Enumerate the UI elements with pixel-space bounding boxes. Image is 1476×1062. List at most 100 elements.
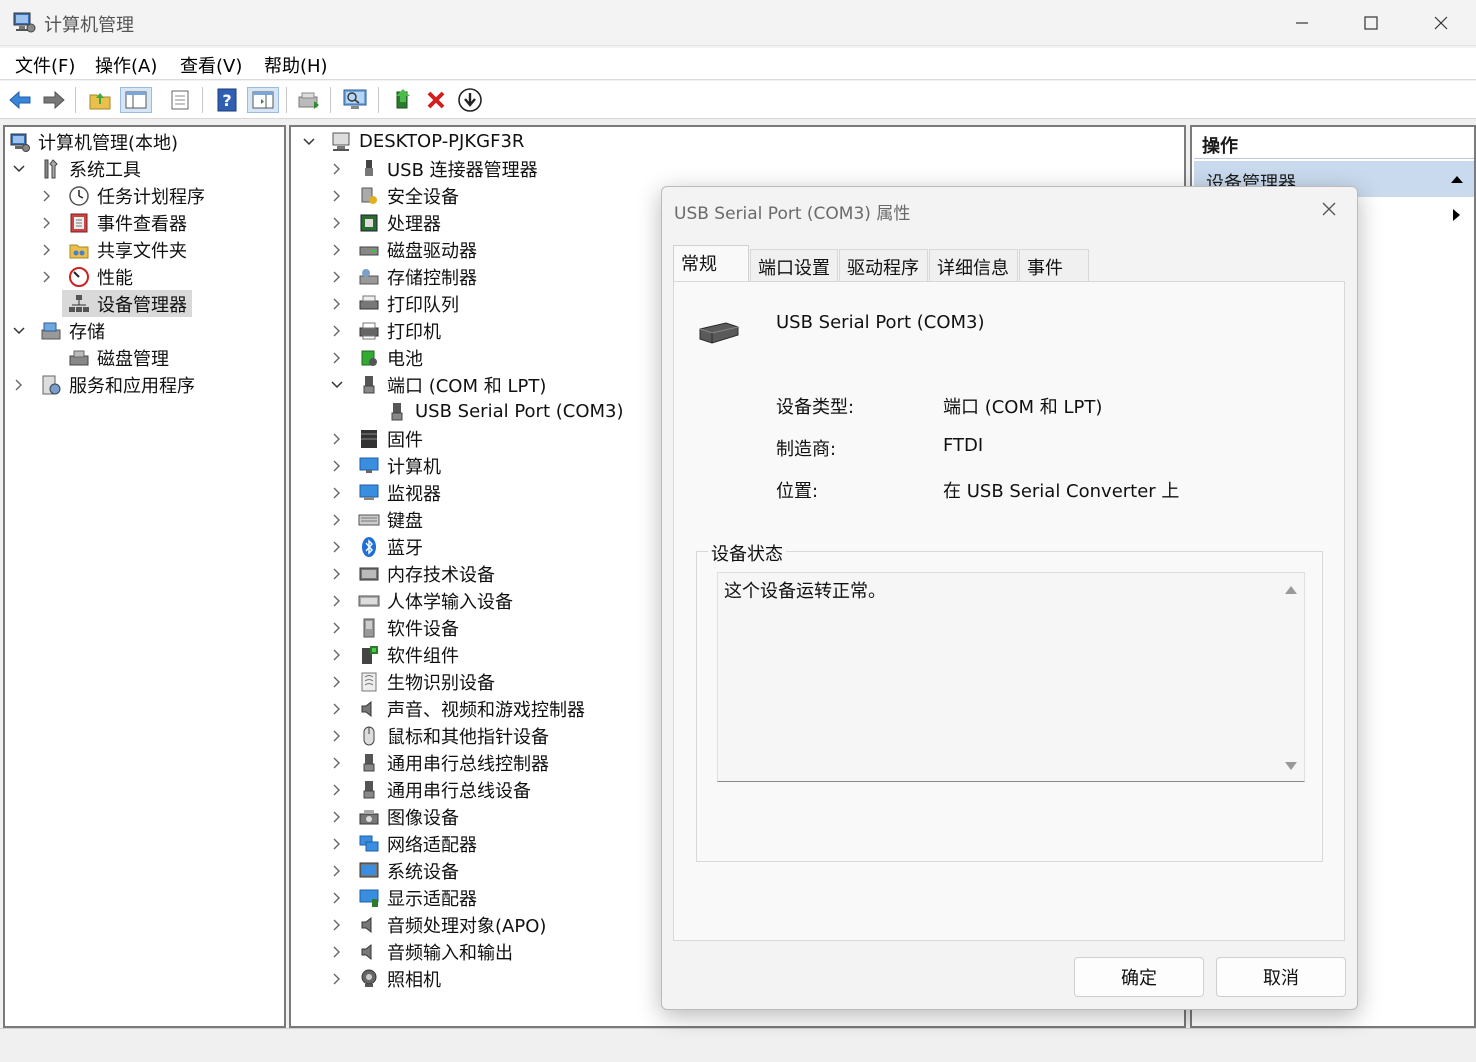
chevron-right-icon[interactable]	[330, 513, 344, 527]
minimize-button[interactable]	[1282, 8, 1322, 38]
more-actions-arrow-icon[interactable]	[1452, 208, 1461, 222]
tab-driver[interactable]: 驱动程序	[839, 249, 928, 281]
chevron-right-icon[interactable]	[330, 702, 344, 716]
chevron-right-icon[interactable]	[40, 189, 54, 203]
tree-item-shared-folders[interactable]: 共享文件夹	[40, 236, 187, 263]
chevron-right-icon[interactable]	[330, 189, 344, 203]
chevron-right-icon[interactable]	[330, 162, 344, 176]
chevron-right-icon[interactable]	[330, 783, 344, 797]
device-tree-root[interactable]: DESKTOP-PJKGF3R	[302, 128, 524, 155]
device-category[interactable]: 内存技术设备	[330, 560, 495, 587]
device-category[interactable]: 通用串行总线控制器	[330, 749, 549, 776]
menu-file[interactable]: 文件(F)	[15, 52, 75, 78]
chevron-right-icon[interactable]	[330, 756, 344, 770]
device-category[interactable]: 音频输入和输出	[330, 938, 513, 965]
chevron-right-icon[interactable]	[330, 729, 344, 743]
chevron-right-icon[interactable]	[330, 972, 344, 986]
ok-button[interactable]: 确定	[1074, 957, 1204, 997]
chevron-right-icon[interactable]	[330, 324, 344, 338]
device-category[interactable]: 磁盘驱动器	[330, 236, 477, 263]
device-category[interactable]: 图像设备	[330, 803, 459, 830]
tree-item-root[interactable]: 计算机管理(本地)	[9, 128, 178, 155]
device-category[interactable]: 通用串行总线设备	[330, 776, 531, 803]
device-item[interactable]: USB Serial Port (COM3)	[358, 398, 624, 425]
device-category[interactable]: 网络适配器	[330, 830, 477, 857]
chevron-right-icon[interactable]	[330, 648, 344, 662]
device-category[interactable]: 计算机	[330, 452, 441, 479]
cancel-button[interactable]: 取消	[1216, 957, 1346, 997]
scan-hardware-button[interactable]	[342, 87, 368, 113]
up-folder-button[interactable]	[87, 87, 113, 113]
device-category[interactable]: 生物识别设备	[330, 668, 495, 695]
tab-general[interactable]: 常规	[673, 245, 749, 283]
uninstall-button[interactable]	[423, 87, 449, 113]
device-category[interactable]: 处理器	[330, 209, 441, 236]
chevron-right-icon[interactable]	[330, 459, 344, 473]
device-category[interactable]: 监视器	[330, 479, 441, 506]
show-hide-tree-button[interactable]	[120, 87, 152, 113]
chevron-right-icon[interactable]	[330, 675, 344, 689]
device-category[interactable]: 声音、视频和游戏控制器	[330, 695, 585, 722]
tree-item-device-manager[interactable]: 设备管理器	[68, 290, 187, 317]
chevron-right-icon[interactable]	[40, 216, 54, 230]
chevron-right-icon[interactable]	[330, 594, 344, 608]
chevron-right-icon[interactable]	[40, 270, 54, 284]
device-category[interactable]: 键盘	[330, 506, 423, 533]
maximize-button[interactable]	[1351, 8, 1391, 38]
device-category[interactable]: 存储控制器	[330, 263, 477, 290]
chevron-right-icon[interactable]	[330, 216, 344, 230]
device-category[interactable]: 鼠标和其他指针设备	[330, 722, 549, 749]
device-category[interactable]: 固件	[330, 425, 423, 452]
tree-item-task-scheduler[interactable]: 任务计划程序	[40, 182, 205, 209]
device-category[interactable]: 电池	[330, 344, 423, 371]
chevron-right-icon[interactable]	[330, 432, 344, 446]
tree-item-services-apps[interactable]: 服务和应用程序	[12, 371, 195, 398]
chevron-down-icon[interactable]	[12, 162, 26, 176]
device-category[interactable]: 软件设备	[330, 614, 459, 641]
menu-action[interactable]: 操作(A)	[95, 52, 157, 78]
enable-device-button[interactable]	[390, 87, 416, 113]
tab-details[interactable]: 详细信息	[929, 249, 1018, 281]
help-button[interactable]: ?	[214, 87, 240, 113]
scroll-down-icon[interactable]	[1284, 759, 1298, 773]
device-category[interactable]: 打印机	[330, 317, 441, 344]
menu-help[interactable]: 帮助(H)	[264, 52, 328, 78]
device-category[interactable]: 系统设备	[330, 857, 459, 884]
tab-port-settings[interactable]: 端口设置	[750, 249, 838, 281]
chevron-right-icon[interactable]	[330, 918, 344, 932]
device-category[interactable]: 显示适配器	[330, 884, 477, 911]
device-category[interactable]: 音频处理对象(APO)	[330, 911, 546, 938]
chevron-right-icon[interactable]	[12, 378, 26, 392]
forward-button[interactable]	[41, 87, 67, 113]
chevron-right-icon[interactable]	[330, 243, 344, 257]
chevron-right-icon[interactable]	[330, 351, 344, 365]
chevron-right-icon[interactable]	[330, 621, 344, 635]
dialog-close-button[interactable]	[1315, 195, 1343, 223]
chevron-right-icon[interactable]	[330, 270, 344, 284]
device-category[interactable]: 人体学输入设备	[330, 587, 513, 614]
chevron-right-icon[interactable]	[330, 567, 344, 581]
chevron-right-icon[interactable]	[330, 864, 344, 878]
chevron-down-icon[interactable]	[302, 135, 316, 149]
chevron-right-icon[interactable]	[330, 837, 344, 851]
action-pane-button[interactable]	[247, 87, 279, 113]
device-category[interactable]: 蓝牙	[330, 533, 423, 560]
update-driver-button[interactable]	[296, 87, 322, 113]
tree-item-disk-management[interactable]: 磁盘管理	[68, 344, 169, 371]
tree-item-event-viewer[interactable]: 事件查看器	[40, 209, 187, 236]
tab-events[interactable]: 事件	[1019, 249, 1089, 281]
device-category[interactable]: 照相机	[330, 965, 441, 992]
chevron-right-icon[interactable]	[330, 810, 344, 824]
device-category[interactable]: USB 连接器管理器	[330, 155, 538, 182]
device-category[interactable]: 安全设备	[330, 182, 459, 209]
collapse-up-icon[interactable]	[1450, 175, 1464, 184]
menu-view[interactable]: 查看(V)	[180, 52, 242, 78]
chevron-right-icon[interactable]	[40, 243, 54, 257]
scroll-up-icon[interactable]	[1284, 583, 1298, 597]
chevron-right-icon[interactable]	[330, 540, 344, 554]
chevron-down-icon[interactable]	[12, 324, 26, 338]
device-category[interactable]: 端口 (COM 和 LPT)	[330, 371, 546, 398]
device-category[interactable]: 软件组件	[330, 641, 459, 668]
tree-item-performance[interactable]: 性能	[40, 263, 133, 290]
close-window-button[interactable]	[1421, 8, 1461, 38]
